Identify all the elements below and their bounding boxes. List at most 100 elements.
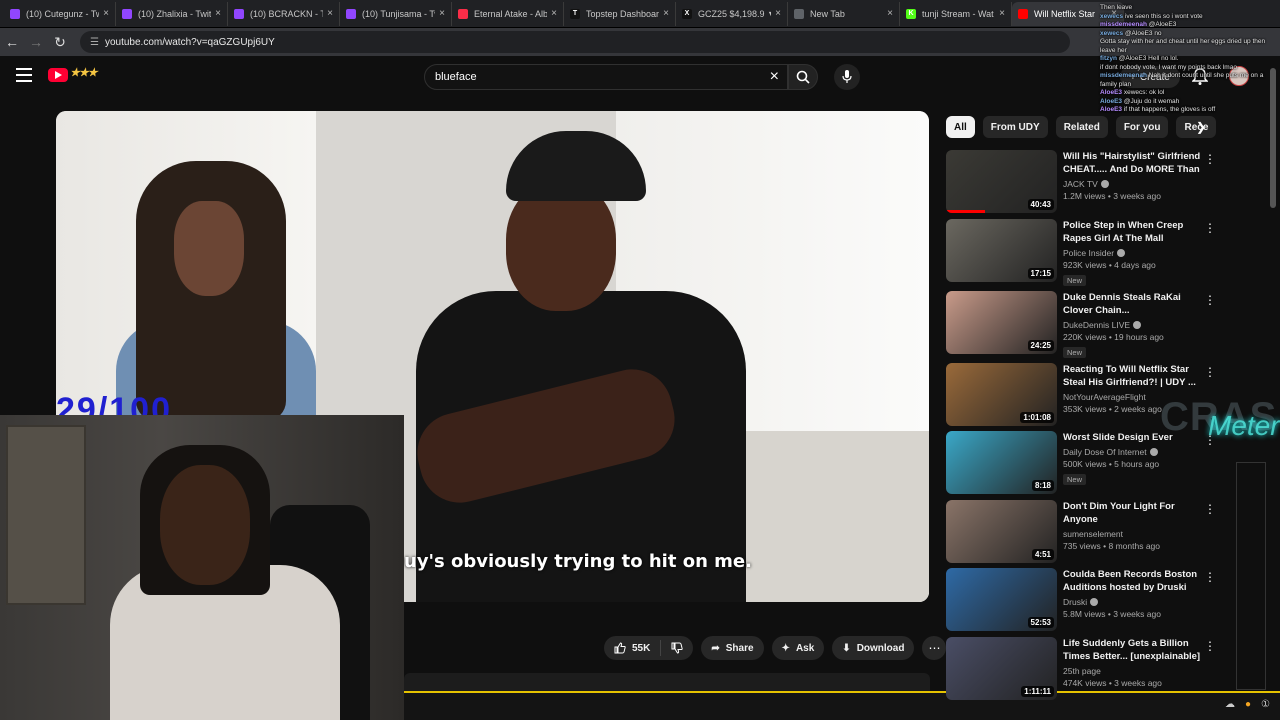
- more-options-icon[interactable]: ⋮: [1204, 639, 1216, 653]
- site-info-icon[interactable]: ☰: [90, 37, 99, 48]
- recommendation-card[interactable]: 4:51 Don't Dim Your Light For Anyone sumen…: [946, 500, 1216, 564]
- more-options-icon[interactable]: ⋮: [1204, 221, 1216, 235]
- youtube-logo[interactable]: [48, 68, 68, 82]
- video-title[interactable]: Reacting To Will Netflix Star Steal His …: [1063, 363, 1203, 389]
- search-button[interactable]: [788, 64, 818, 90]
- filter-chip[interactable]: From UDY: [982, 116, 1048, 138]
- chat-username[interactable]: fitzyn: [1100, 55, 1117, 62]
- video-thumbnail[interactable]: 1:01:08: [946, 363, 1057, 426]
- microphone-icon: [842, 70, 852, 83]
- like-button[interactable]: 55K: [604, 636, 660, 660]
- more-options-icon[interactable]: ⋮: [1204, 152, 1216, 166]
- chat-username[interactable]: AloeE3: [1100, 98, 1122, 105]
- browser-tab[interactable]: New Tab ×: [788, 1, 900, 26]
- description-box[interactable]: [404, 673, 930, 691]
- more-actions-icon[interactable]: ⋯: [922, 636, 947, 660]
- voice-search-button[interactable]: [834, 64, 860, 90]
- close-tab-icon[interactable]: ×: [103, 8, 109, 19]
- share-button[interactable]: ➦ Share: [701, 636, 764, 660]
- page-scrollbar[interactable]: [1270, 68, 1276, 208]
- more-options-icon[interactable]: ⋮: [1204, 502, 1216, 516]
- chat-text: Gotta stay with her and cheat until her …: [1100, 38, 1266, 54]
- close-tab-icon[interactable]: ×: [439, 8, 445, 19]
- video-title[interactable]: Coulda Been Records Boston Auditions hos…: [1063, 568, 1203, 594]
- like-dislike-group: 55K: [604, 636, 694, 660]
- badge-icon: ①: [1261, 699, 1270, 710]
- browser-tab[interactable]: T Topstep Dashboard ×: [564, 1, 676, 26]
- video-thumbnail[interactable]: 4:51: [946, 500, 1057, 563]
- browser-tab[interactable]: X GCZ25 $4,198.9 ▼ ×: [676, 1, 788, 26]
- channel-name[interactable]: Daily Dose Of Internet: [1063, 447, 1147, 457]
- chat-username[interactable]: missdemeenah: [1100, 21, 1147, 28]
- reload-icon[interactable]: ↻: [48, 30, 72, 54]
- close-tab-icon[interactable]: ×: [775, 8, 781, 19]
- more-options-icon[interactable]: ⋮: [1204, 570, 1216, 584]
- chat-message: AloeE3 @Juju do it wemah: [1100, 98, 1280, 107]
- video-thumbnail[interactable]: 17:15: [946, 219, 1057, 282]
- chat-username[interactable]: AloeE3: [1100, 106, 1122, 113]
- channel-name[interactable]: sumenselement: [1063, 529, 1123, 539]
- video-title[interactable]: Police Step in When Creep Rapes Girl At …: [1063, 219, 1203, 245]
- channel-name[interactable]: JACK TV: [1063, 179, 1098, 189]
- channel-name-row: DukeDennis LIVE: [1063, 320, 1203, 330]
- close-tab-icon[interactable]: ×: [999, 8, 1005, 19]
- watch-progress-bar: [946, 210, 985, 213]
- tab-title: Will Netflix Star: [1034, 8, 1096, 19]
- close-tab-icon[interactable]: ×: [215, 8, 221, 19]
- search-input[interactable]: blueface ×: [424, 64, 788, 90]
- browser-tab[interactable]: (10) Zhalixia - Twit ×: [116, 1, 228, 26]
- chat-username[interactable]: AloeE3: [1100, 89, 1122, 96]
- channel-name[interactable]: 25th page: [1063, 666, 1101, 676]
- browser-tab[interactable]: (10) BCRACKN - Tw ×: [228, 1, 340, 26]
- close-tab-icon[interactable]: ×: [327, 8, 333, 19]
- chat-username[interactable]: missdemeenah: [1100, 72, 1147, 79]
- back-icon[interactable]: ←: [0, 30, 24, 54]
- filter-chip[interactable]: All: [946, 116, 975, 138]
- browser-tab[interactable]: Ktunji Stream - Wat ×: [900, 1, 1012, 26]
- video-duration: 24:25: [1027, 340, 1054, 351]
- recommendation-card[interactable]: 17:15 Police Step in When Creep Rapes Gir…: [946, 219, 1216, 286]
- tab-title: (10) BCRACKN - Tw: [250, 8, 323, 19]
- ask-button[interactable]: ✦ Ask: [771, 636, 825, 660]
- youtube-doodle[interactable]: ★★★: [70, 66, 98, 79]
- channel-name[interactable]: DukeDennis LIVE: [1063, 320, 1130, 330]
- video-thumbnail[interactable]: 40:43: [946, 150, 1057, 213]
- url-field[interactable]: ☰ youtube.com/watch?v=qaGZGUpj6UY: [80, 31, 1070, 53]
- close-tab-icon[interactable]: ×: [551, 8, 557, 19]
- clear-search-icon[interactable]: ×: [770, 68, 779, 86]
- more-options-icon[interactable]: ⋮: [1204, 365, 1216, 379]
- video-meta: Police Step in When Creep Rapes Girl At …: [1063, 219, 1203, 288]
- thumbs-down-icon: [671, 642, 684, 654]
- dislike-button[interactable]: [661, 636, 693, 660]
- video-thumbnail[interactable]: 1:11:11: [946, 637, 1057, 700]
- recommendation-card[interactable]: 40:43 Will His "Hairstylist" Girlfriend C…: [946, 150, 1216, 214]
- channel-name[interactable]: Druski: [1063, 597, 1087, 607]
- video-views: 474K views • 3 weeks ago: [1063, 678, 1162, 688]
- browser-tab[interactable]: (10) Cutegunz - Tw ×: [4, 1, 116, 26]
- channel-name[interactable]: Police Insider: [1063, 248, 1114, 258]
- recommendation-card[interactable]: 24:25 Duke Dennis Steals RaKai Clover Cha…: [946, 291, 1216, 358]
- browser-tab[interactable]: Eternal Atake - Alb ×: [452, 1, 564, 26]
- video-thumbnail[interactable]: 52:53: [946, 568, 1057, 631]
- video-duration: 8:18: [1031, 480, 1054, 491]
- video-thumbnail[interactable]: 8:18: [946, 431, 1057, 494]
- video-title[interactable]: Don't Dim Your Light For Anyone: [1063, 500, 1203, 526]
- video-title[interactable]: Duke Dennis Steals RaKai Clover Chain...: [1063, 291, 1203, 317]
- chat-username[interactable]: xewecs: [1100, 13, 1123, 20]
- recommendation-card[interactable]: 1:11:11 Life Suddenly Gets a Billion Time…: [946, 637, 1216, 701]
- close-tab-icon[interactable]: ×: [887, 8, 893, 19]
- forward-icon[interactable]: →: [24, 30, 48, 54]
- recommendation-card[interactable]: 8:18 Worst Slide Design Ever Daily Dose Of…: [946, 431, 1216, 495]
- more-options-icon[interactable]: ⋮: [1204, 293, 1216, 307]
- menu-icon[interactable]: [16, 68, 32, 82]
- new-badge: New: [1063, 474, 1087, 485]
- chat-username[interactable]: xewecs: [1100, 30, 1123, 37]
- close-tab-icon[interactable]: ×: [663, 8, 669, 19]
- video-thumbnail[interactable]: 24:25: [946, 291, 1057, 354]
- recommendation-card[interactable]: 52:53 Coulda Been Records Boston Audition…: [946, 568, 1216, 632]
- channel-name[interactable]: NotYourAverageFlight: [1063, 392, 1146, 402]
- browser-tab[interactable]: (10) Tunjisama - Tw ×: [340, 1, 452, 26]
- video-title[interactable]: Life Suddenly Gets a Billion Times Bette…: [1063, 637, 1203, 663]
- tab-title: (10) Cutegunz - Tw: [26, 8, 100, 19]
- download-button[interactable]: ⬇ Download: [832, 636, 915, 660]
